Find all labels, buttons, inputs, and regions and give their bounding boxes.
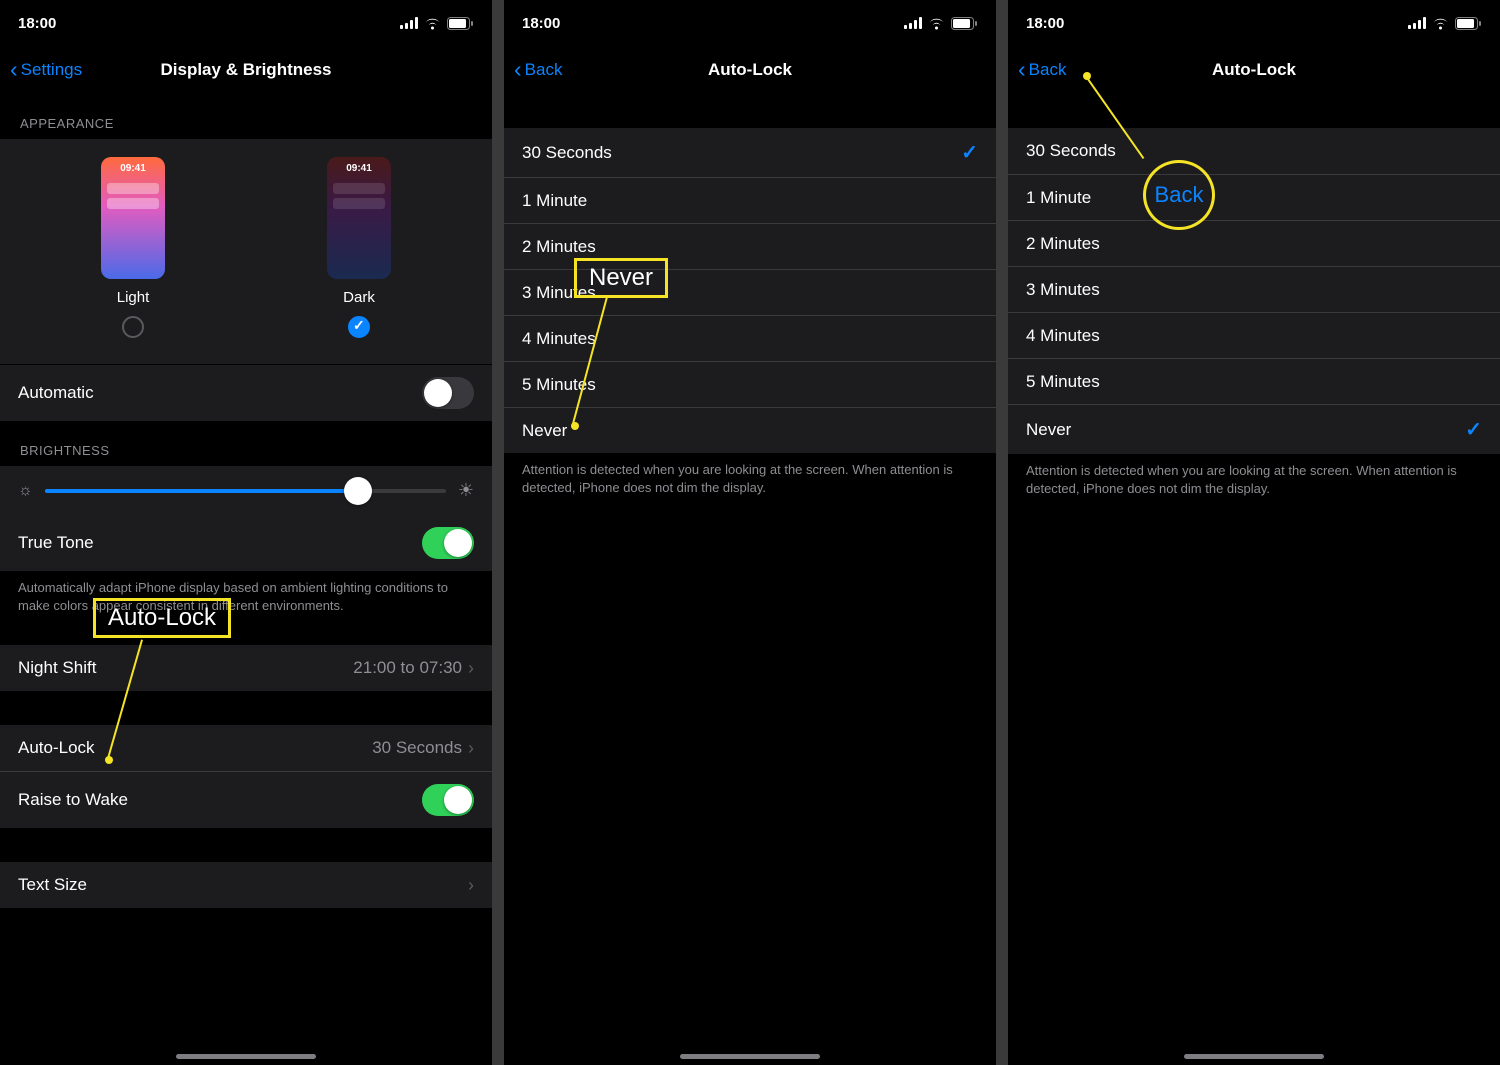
chevron-left-icon: ‹ <box>1018 58 1026 81</box>
option-30s[interactable]: 30 Seconds <box>1008 128 1500 174</box>
truetone-row: True Tone <box>0 515 492 571</box>
appearance-section: 09:41 Light 09:41 Dark <box>0 139 492 364</box>
callout-never: Never <box>574 258 668 298</box>
back-button[interactable]: ‹ Back <box>514 60 562 81</box>
option-5m[interactable]: 5 Minutes <box>1008 358 1500 404</box>
home-indicator <box>680 1054 820 1059</box>
phone-autolock-1: 18:00 ‹ Back Auto-Lock 30 Seconds✓ 1 Min… <box>504 0 996 1065</box>
battery-icon <box>1455 17 1482 30</box>
theme-light-radio[interactable] <box>122 316 144 338</box>
nightshift-label: Night Shift <box>18 658 96 678</box>
autolock-options: 30 Seconds 1 Minute 2 Minutes 3 Minutes … <box>1008 128 1500 454</box>
wifi-icon <box>1432 17 1449 30</box>
cellular-icon <box>904 17 922 29</box>
autolock-label: Auto-Lock <box>18 738 95 758</box>
nav-bar: ‹ Back Auto-Lock <box>504 46 996 94</box>
autolock-row[interactable]: Auto-Lock 30 Seconds› <box>0 725 492 771</box>
raise-row: Raise to Wake <box>0 771 492 828</box>
phone-display-brightness: 18:00 ‹ Settings Display & Brightness AP… <box>0 0 492 1065</box>
brightness-slider-row: ☼ ☀ <box>0 466 492 515</box>
option-never[interactable]: Never <box>504 407 996 453</box>
callout-autolock: Auto-Lock <box>93 598 231 638</box>
automatic-toggle[interactable] <box>422 377 474 409</box>
cellular-icon <box>400 17 418 29</box>
theme-light-thumb: 09:41 <box>101 157 165 279</box>
home-indicator <box>176 1054 316 1059</box>
status-bar: 18:00 <box>1008 0 1500 46</box>
option-never[interactable]: Never✓ <box>1008 404 1500 454</box>
callout-back: Back <box>1143 160 1215 230</box>
theme-light[interactable]: 09:41 Light <box>101 157 165 338</box>
phone-autolock-2: 18:00 ‹ Back Auto-Lock 30 Seconds 1 Minu… <box>1008 0 1500 1065</box>
check-icon: ✓ <box>961 140 978 165</box>
chevron-right-icon: › <box>468 658 474 679</box>
theme-dark-thumb: 09:41 <box>327 157 391 279</box>
theme-light-label: Light <box>101 289 165 306</box>
brightness-header: BRIGHTNESS <box>0 421 492 466</box>
sun-low-icon: ☼ <box>18 482 33 500</box>
status-time: 18:00 <box>18 15 56 32</box>
autolock-footer: Attention is detected when you are looki… <box>1008 454 1500 506</box>
callout-dot <box>571 422 579 430</box>
option-4m[interactable]: 4 Minutes <box>1008 312 1500 358</box>
battery-icon <box>447 17 474 30</box>
textsize-row[interactable]: Text Size › <box>0 862 492 908</box>
callout-dot <box>105 756 113 764</box>
brightness-slider[interactable] <box>45 489 446 493</box>
status-time: 18:00 <box>1026 15 1064 32</box>
automatic-label: Automatic <box>18 383 94 403</box>
nightshift-row[interactable]: Night Shift 21:00 to 07:30› <box>0 645 492 691</box>
textsize-label: Text Size <box>18 875 87 895</box>
status-right <box>400 17 474 30</box>
sun-high-icon: ☀ <box>458 480 474 501</box>
status-time: 18:00 <box>522 15 560 32</box>
truetone-toggle[interactable] <box>422 527 474 559</box>
option-30s[interactable]: 30 Seconds✓ <box>504 128 996 177</box>
back-label: Settings <box>21 60 82 80</box>
back-button[interactable]: ‹ Back <box>1018 60 1066 81</box>
theme-dark-label: Dark <box>327 289 391 306</box>
nav-title: Auto-Lock <box>708 60 792 80</box>
wifi-icon <box>424 17 441 30</box>
truetone-label: True Tone <box>18 533 94 553</box>
raise-toggle[interactable] <box>422 784 474 816</box>
nav-title: Display & Brightness <box>161 60 332 80</box>
back-label: Back <box>1029 60 1067 80</box>
wifi-icon <box>928 17 945 30</box>
theme-dark[interactable]: 09:41 Dark <box>327 157 391 338</box>
theme-dark-radio[interactable] <box>348 316 370 338</box>
callout-dot <box>1083 72 1091 80</box>
status-bar: 18:00 <box>0 0 492 46</box>
option-1m[interactable]: 1 Minute <box>1008 174 1500 220</box>
status-bar: 18:00 <box>504 0 996 46</box>
option-3m[interactable]: 3 Minutes <box>1008 266 1500 312</box>
nav-title: Auto-Lock <box>1212 60 1296 80</box>
check-icon: ✓ <box>1465 417 1482 442</box>
automatic-row: Automatic <box>0 365 492 421</box>
option-2m[interactable]: 2 Minutes <box>1008 220 1500 266</box>
nav-bar: ‹ Back Auto-Lock <box>1008 46 1500 94</box>
truetone-footer: Automatically adapt iPhone display based… <box>0 571 492 623</box>
raise-label: Raise to Wake <box>18 790 128 810</box>
chevron-right-icon: › <box>468 738 474 759</box>
option-4m[interactable]: 4 Minutes <box>504 315 996 361</box>
battery-icon <box>951 17 978 30</box>
back-label: Back <box>525 60 563 80</box>
autolock-footer: Attention is detected when you are looki… <box>504 453 996 505</box>
option-1m[interactable]: 1 Minute <box>504 177 996 223</box>
back-button[interactable]: ‹ Settings <box>10 60 82 81</box>
home-indicator <box>1184 1054 1324 1059</box>
nav-bar: ‹ Settings Display & Brightness <box>0 46 492 94</box>
appearance-header: APPEARANCE <box>0 94 492 139</box>
chevron-left-icon: ‹ <box>514 58 522 81</box>
chevron-right-icon: › <box>468 875 474 896</box>
chevron-left-icon: ‹ <box>10 58 18 81</box>
cellular-icon <box>1408 17 1426 29</box>
